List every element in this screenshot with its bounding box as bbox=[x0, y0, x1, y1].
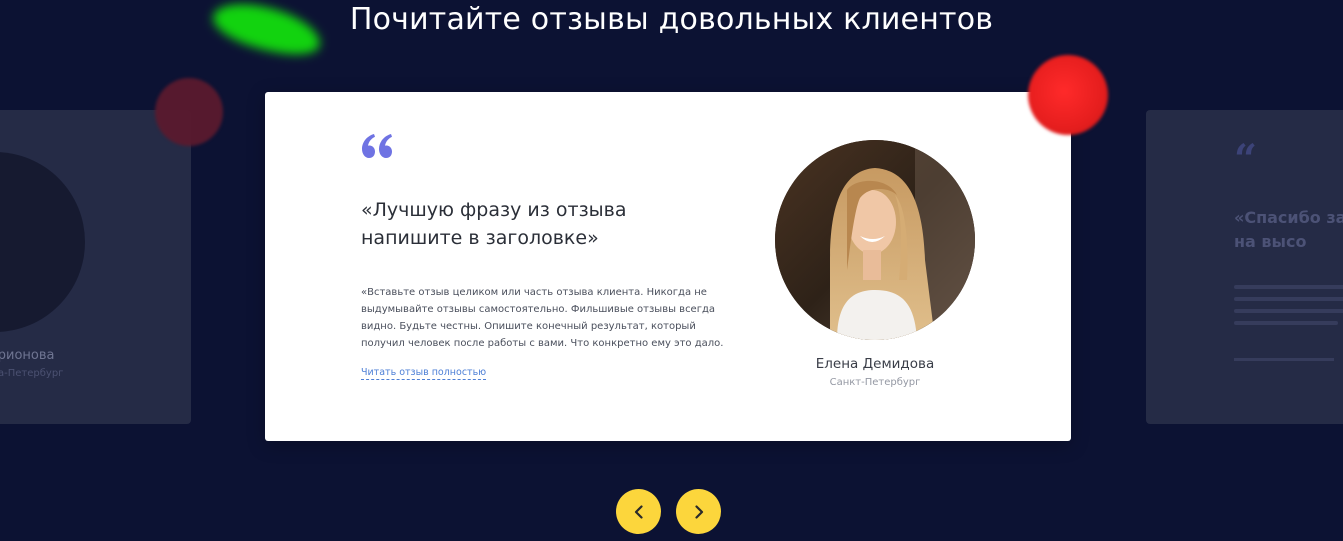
person-city-previous: а-Петербург bbox=[0, 368, 64, 379]
review-card-active: «Лучшую фразу из отзыва напишите в загол… bbox=[265, 92, 1071, 441]
chevron-left-icon bbox=[634, 504, 643, 519]
person-name: Елена Демидова bbox=[815, 356, 935, 372]
prev-button[interactable] bbox=[616, 489, 661, 534]
review-text: «Вставьте отзыв целиком или часть отзыва… bbox=[361, 287, 724, 349]
avatar-photo bbox=[775, 140, 975, 340]
review-card-next[interactable]: “ «Спасибо за все на высо bbox=[1146, 110, 1343, 424]
quote-icon-next: “ bbox=[1234, 136, 1258, 183]
next-button[interactable] bbox=[676, 489, 721, 534]
section-title: Почитайте отзывы довольных клиентов bbox=[349, 2, 994, 37]
review-text-next-placeholder bbox=[1234, 285, 1343, 333]
person-city: Санкт-Петербург bbox=[829, 377, 921, 388]
avatar bbox=[775, 140, 975, 340]
person-name-previous: Ларионова bbox=[0, 348, 55, 363]
review-heading-next: «Спасибо за все на высо bbox=[1234, 208, 1343, 251]
red-blob-decoration bbox=[1028, 55, 1108, 135]
review-heading: «Лучшую фразу из отзыва напишите в загол… bbox=[361, 199, 627, 249]
read-more-link-next[interactable] bbox=[1234, 358, 1334, 361]
avatar-previous bbox=[0, 152, 85, 332]
read-more-link[interactable]: Читать отзыв полностью bbox=[361, 367, 487, 380]
chevron-right-icon bbox=[694, 504, 703, 519]
red-blob-decoration-dim bbox=[155, 78, 223, 146]
quote-icon bbox=[362, 134, 392, 158]
review-card-previous[interactable]: Ларионова а-Петербург bbox=[0, 110, 191, 424]
